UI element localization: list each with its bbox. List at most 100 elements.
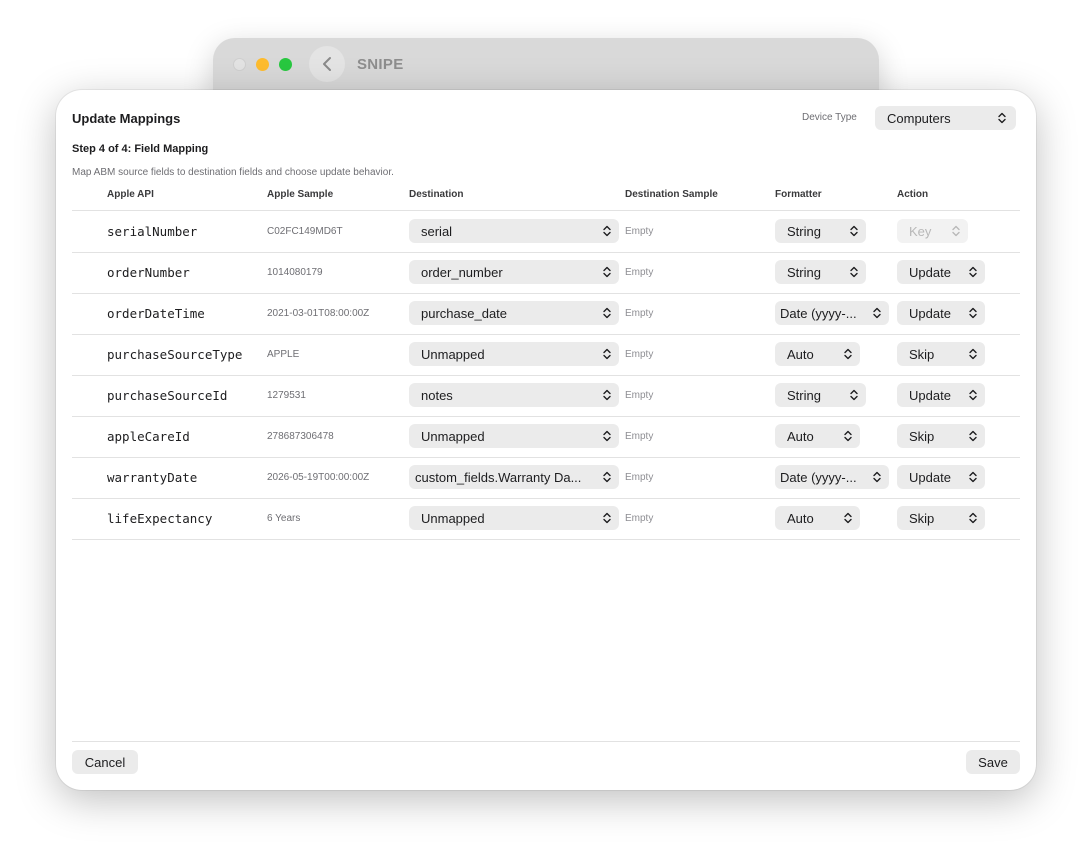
action-value: Key (909, 223, 932, 239)
destination-select[interactable]: order_number (409, 260, 619, 284)
destination-select[interactable]: Unmapped (409, 506, 619, 530)
apple-api-field: serialNumber (107, 224, 198, 239)
apple-api-field: orderNumber (107, 265, 190, 280)
formatter-select[interactable]: Date (yyyy-... (775, 465, 889, 489)
chevron-updown-icon (603, 348, 611, 360)
col-header-apple-api: Apple API (107, 189, 154, 200)
destination-select[interactable]: Unmapped (409, 342, 619, 366)
destination-sample-value: Empty (625, 308, 654, 319)
action-select[interactable]: Update (897, 260, 985, 284)
chevron-left-icon (323, 57, 331, 71)
chevron-updown-icon (873, 307, 881, 319)
zoom-window-button[interactable] (279, 58, 292, 71)
apple-sample-value: 1279531 (267, 390, 306, 401)
destination-sample-value: Empty (625, 513, 654, 524)
col-header-destination: Destination (409, 189, 464, 200)
formatter-value: String (787, 223, 821, 239)
sheet-title: Update Mappings (72, 111, 181, 126)
apple-api-field: appleCareId (107, 429, 190, 444)
destination-select[interactable]: Unmapped (409, 424, 619, 448)
step-heading: Step 4 of 4: Field Mapping (72, 143, 209, 155)
chevron-updown-icon (603, 471, 611, 483)
formatter-select[interactable]: Auto (775, 424, 860, 448)
destination-select[interactable]: purchase_date (409, 301, 619, 325)
formatter-value: Date (yyyy-... (780, 305, 857, 321)
action-select: Key (897, 219, 968, 243)
formatter-select[interactable]: String (775, 219, 866, 243)
chevron-updown-icon (969, 430, 977, 442)
device-type-select[interactable]: Computers (875, 106, 1016, 130)
apple-api-field: orderDateTime (107, 306, 205, 321)
formatter-select[interactable]: Auto (775, 506, 860, 530)
table-row: warrantyDate 2026-05-19T00:00:00Z custom_f… (72, 457, 1020, 499)
apple-sample-value: 1014080179 (267, 267, 323, 278)
destination-value: Unmapped (421, 510, 485, 526)
chevron-updown-icon (603, 512, 611, 524)
action-select[interactable]: Skip (897, 424, 985, 448)
destination-value: Unmapped (421, 346, 485, 362)
table-row: orderDateTime 2021-03-01T08:00:00Z purchas… (72, 293, 1020, 335)
destination-value: order_number (421, 264, 503, 280)
destination-sample-value: Empty (625, 472, 654, 483)
formatter-value: Auto (787, 346, 814, 362)
chevron-updown-icon (603, 389, 611, 401)
device-type-label: Device Type (802, 112, 857, 123)
minimize-window-button[interactable] (256, 58, 269, 71)
apple-api-field: purchaseSourceId (107, 388, 228, 403)
chevron-updown-icon (969, 307, 977, 319)
col-header-formatter: Formatter (775, 189, 822, 200)
chevron-updown-icon (844, 512, 852, 524)
apple-api-field: lifeExpectancy (107, 511, 213, 526)
action-value: Update (909, 264, 951, 280)
table-row: appleCareId 278687306478 Unmapped Empty Auto… (72, 416, 1020, 458)
chevron-updown-icon (969, 266, 977, 278)
col-header-destination-sample: Destination Sample (625, 189, 718, 200)
cancel-button[interactable]: Cancel (72, 750, 138, 774)
apple-sample-value: 2021-03-01T08:00:00Z (267, 308, 370, 319)
apple-sample-value: 2026-05-19T00:00:00Z (267, 472, 370, 483)
destination-select[interactable]: notes (409, 383, 619, 407)
destination-sample-value: Empty (625, 431, 654, 442)
action-value: Skip (909, 346, 935, 362)
table-row: lifeExpectancy 6 Years Unmapped Empty Auto Sk… (72, 498, 1020, 540)
formatter-value: Date (yyyy-... (780, 469, 857, 485)
apple-api-field: warrantyDate (107, 470, 198, 485)
chevron-updown-icon (850, 225, 858, 237)
apple-sample-value: C02FC149MD6T (267, 226, 343, 237)
destination-value: Unmapped (421, 428, 485, 444)
destination-value: serial (421, 223, 453, 239)
chevron-updown-icon (969, 471, 977, 483)
formatter-select[interactable]: Date (yyyy-... (775, 301, 889, 325)
close-window-button[interactable] (233, 58, 246, 71)
destination-sample-value: Empty (625, 267, 654, 278)
formatter-select[interactable]: String (775, 260, 866, 284)
chevron-updown-icon (998, 112, 1006, 124)
formatter-select[interactable]: Auto (775, 342, 860, 366)
action-value: Update (909, 305, 951, 321)
destination-value: notes (421, 387, 453, 403)
chevron-updown-icon (603, 307, 611, 319)
chevron-updown-icon (969, 348, 977, 360)
action-select[interactable]: Skip (897, 342, 985, 366)
destination-sample-value: Empty (625, 390, 654, 401)
chevron-updown-icon (603, 266, 611, 278)
back-button[interactable] (309, 46, 345, 82)
save-button[interactable]: Save (966, 750, 1020, 774)
chevron-updown-icon (603, 430, 611, 442)
formatter-select[interactable]: String (775, 383, 866, 407)
action-select[interactable]: Update (897, 465, 985, 489)
destination-select[interactable]: custom_fields.Warranty Da... (409, 465, 619, 489)
chevron-updown-icon (873, 471, 881, 483)
chevron-updown-icon (850, 389, 858, 401)
action-select[interactable]: Update (897, 301, 985, 325)
update-mappings-sheet: Update Mappings Device Type Computers St… (56, 90, 1036, 790)
action-select[interactable]: Skip (897, 506, 985, 530)
formatter-value: Auto (787, 510, 814, 526)
apple-sample-value: APPLE (267, 349, 300, 360)
destination-value: purchase_date (421, 305, 508, 321)
chevron-updown-icon (844, 348, 852, 360)
chevron-updown-icon (844, 430, 852, 442)
destination-select[interactable]: serial (409, 219, 619, 243)
formatter-value: Auto (787, 428, 814, 444)
action-select[interactable]: Update (897, 383, 985, 407)
